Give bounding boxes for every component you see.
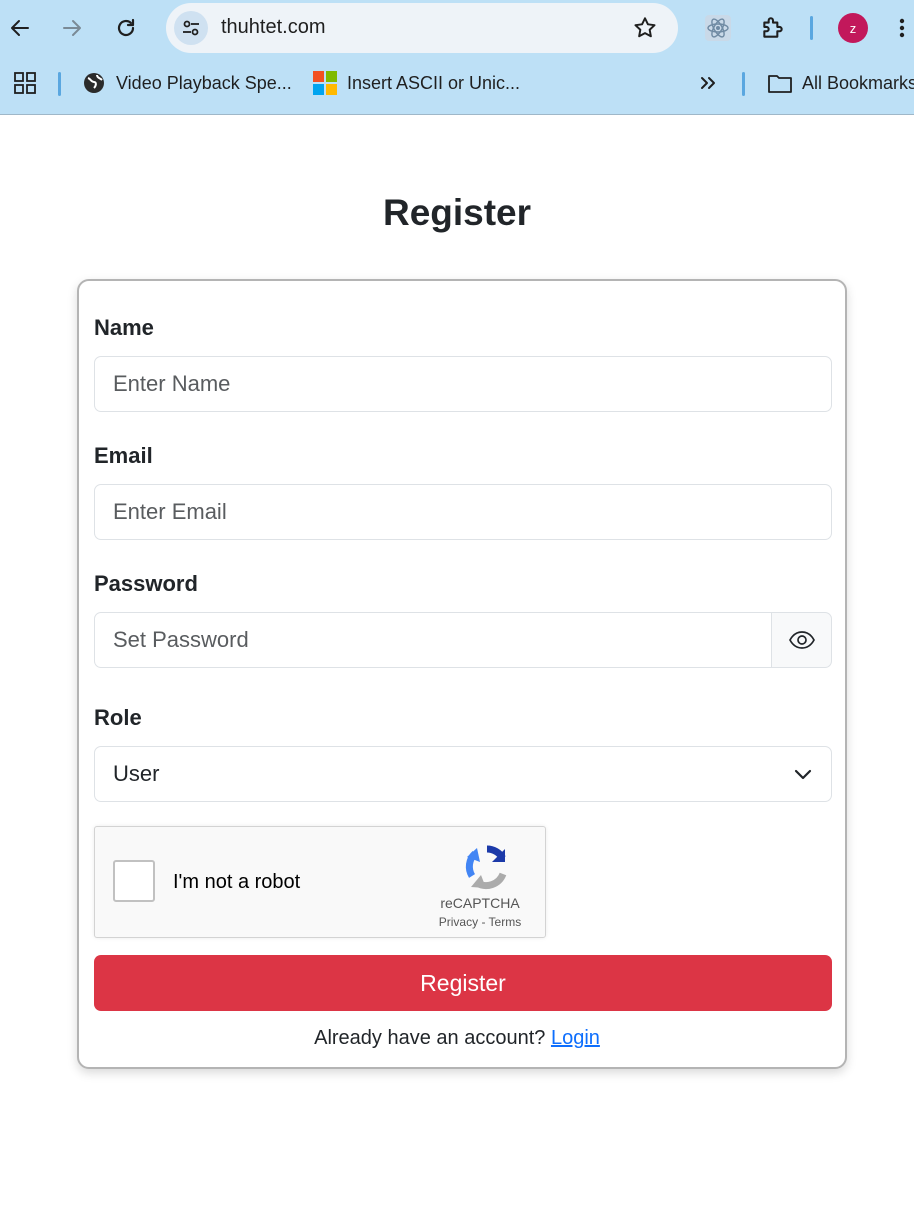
all-bookmarks-button[interactable]: All Bookmarks xyxy=(768,68,914,98)
email-label: Email xyxy=(94,443,153,468)
name-input[interactable] xyxy=(94,356,832,412)
star-icon[interactable] xyxy=(632,15,658,41)
name-label: Name xyxy=(94,315,154,340)
recaptcha-brand: reCAPTCHA xyxy=(440,895,520,911)
recaptcha-checkbox[interactable] xyxy=(113,860,155,902)
bookmarks-divider xyxy=(58,72,61,96)
login-prompt: Already have an account? Login xyxy=(0,1027,914,1050)
address-bar[interactable]: thuhtet.com xyxy=(166,3,678,53)
forward-button[interactable] xyxy=(56,12,88,44)
password-input[interactable] xyxy=(94,612,772,668)
role-label: Role xyxy=(94,705,142,730)
email-input[interactable] xyxy=(94,484,832,540)
extensions-button[interactable] xyxy=(757,12,789,44)
eye-icon xyxy=(788,631,815,649)
menu-button[interactable] xyxy=(890,12,914,44)
bookmark-label: Insert ASCII or Unic... xyxy=(347,72,521,93)
chevron-down-icon xyxy=(794,769,812,780)
bookmark-video-playback[interactable]: Video Playback Spe... xyxy=(82,68,292,98)
back-button[interactable] xyxy=(4,12,36,44)
url-text[interactable]: thuhtet.com xyxy=(221,16,326,39)
recaptcha-label: I'm not a robot xyxy=(173,871,301,893)
bookmark-label: Video Playback Spe... xyxy=(116,72,292,93)
toggle-password-visibility-button[interactable] xyxy=(771,612,832,668)
reload-icon xyxy=(117,18,135,37)
login-link[interactable]: Login xyxy=(551,1027,600,1049)
arrow-left-icon xyxy=(11,20,29,36)
react-devtools-extension[interactable] xyxy=(702,12,734,44)
apps-button[interactable] xyxy=(14,68,36,98)
site-info-button[interactable] xyxy=(174,11,208,45)
profile-avatar[interactable]: z xyxy=(838,13,868,43)
browser-toolbar: thuhtet.com z Video Playback Spe... Inse… xyxy=(0,0,914,115)
recaptcha-privacy-terms[interactable]: Privacy - Terms xyxy=(425,915,535,929)
double-chevron-right-icon xyxy=(701,77,715,89)
globe-icon xyxy=(82,71,106,95)
recaptcha-logo-icon xyxy=(465,845,507,890)
folder-icon xyxy=(768,71,792,95)
tune-icon xyxy=(183,20,199,36)
role-selected-value: User xyxy=(113,761,160,786)
kebab-menu-icon xyxy=(899,18,905,38)
page-title: Register xyxy=(382,192,532,233)
react-icon xyxy=(705,15,731,41)
apps-grid-icon xyxy=(14,72,36,94)
login-prompt-text: Already have an account? xyxy=(314,1027,546,1049)
recaptcha-widget: I'm not a robot reCAPTCHA Privacy - Term… xyxy=(94,826,546,938)
all-bookmarks-label: All Bookmarks xyxy=(802,72,914,93)
bookmark-insert-ascii[interactable]: Insert ASCII or Unic... xyxy=(313,68,520,98)
role-select[interactable]: User xyxy=(94,746,832,802)
bookmarks-divider-2 xyxy=(742,72,745,96)
password-label: Password xyxy=(94,571,198,596)
microsoft-icon xyxy=(313,71,337,95)
register-button[interactable]: Register xyxy=(94,955,832,1011)
more-bookmarks-button[interactable] xyxy=(698,68,718,98)
toolbar-divider xyxy=(810,16,813,40)
puzzle-icon xyxy=(763,17,783,38)
arrow-right-icon xyxy=(63,20,81,36)
reload-button[interactable] xyxy=(110,12,142,44)
